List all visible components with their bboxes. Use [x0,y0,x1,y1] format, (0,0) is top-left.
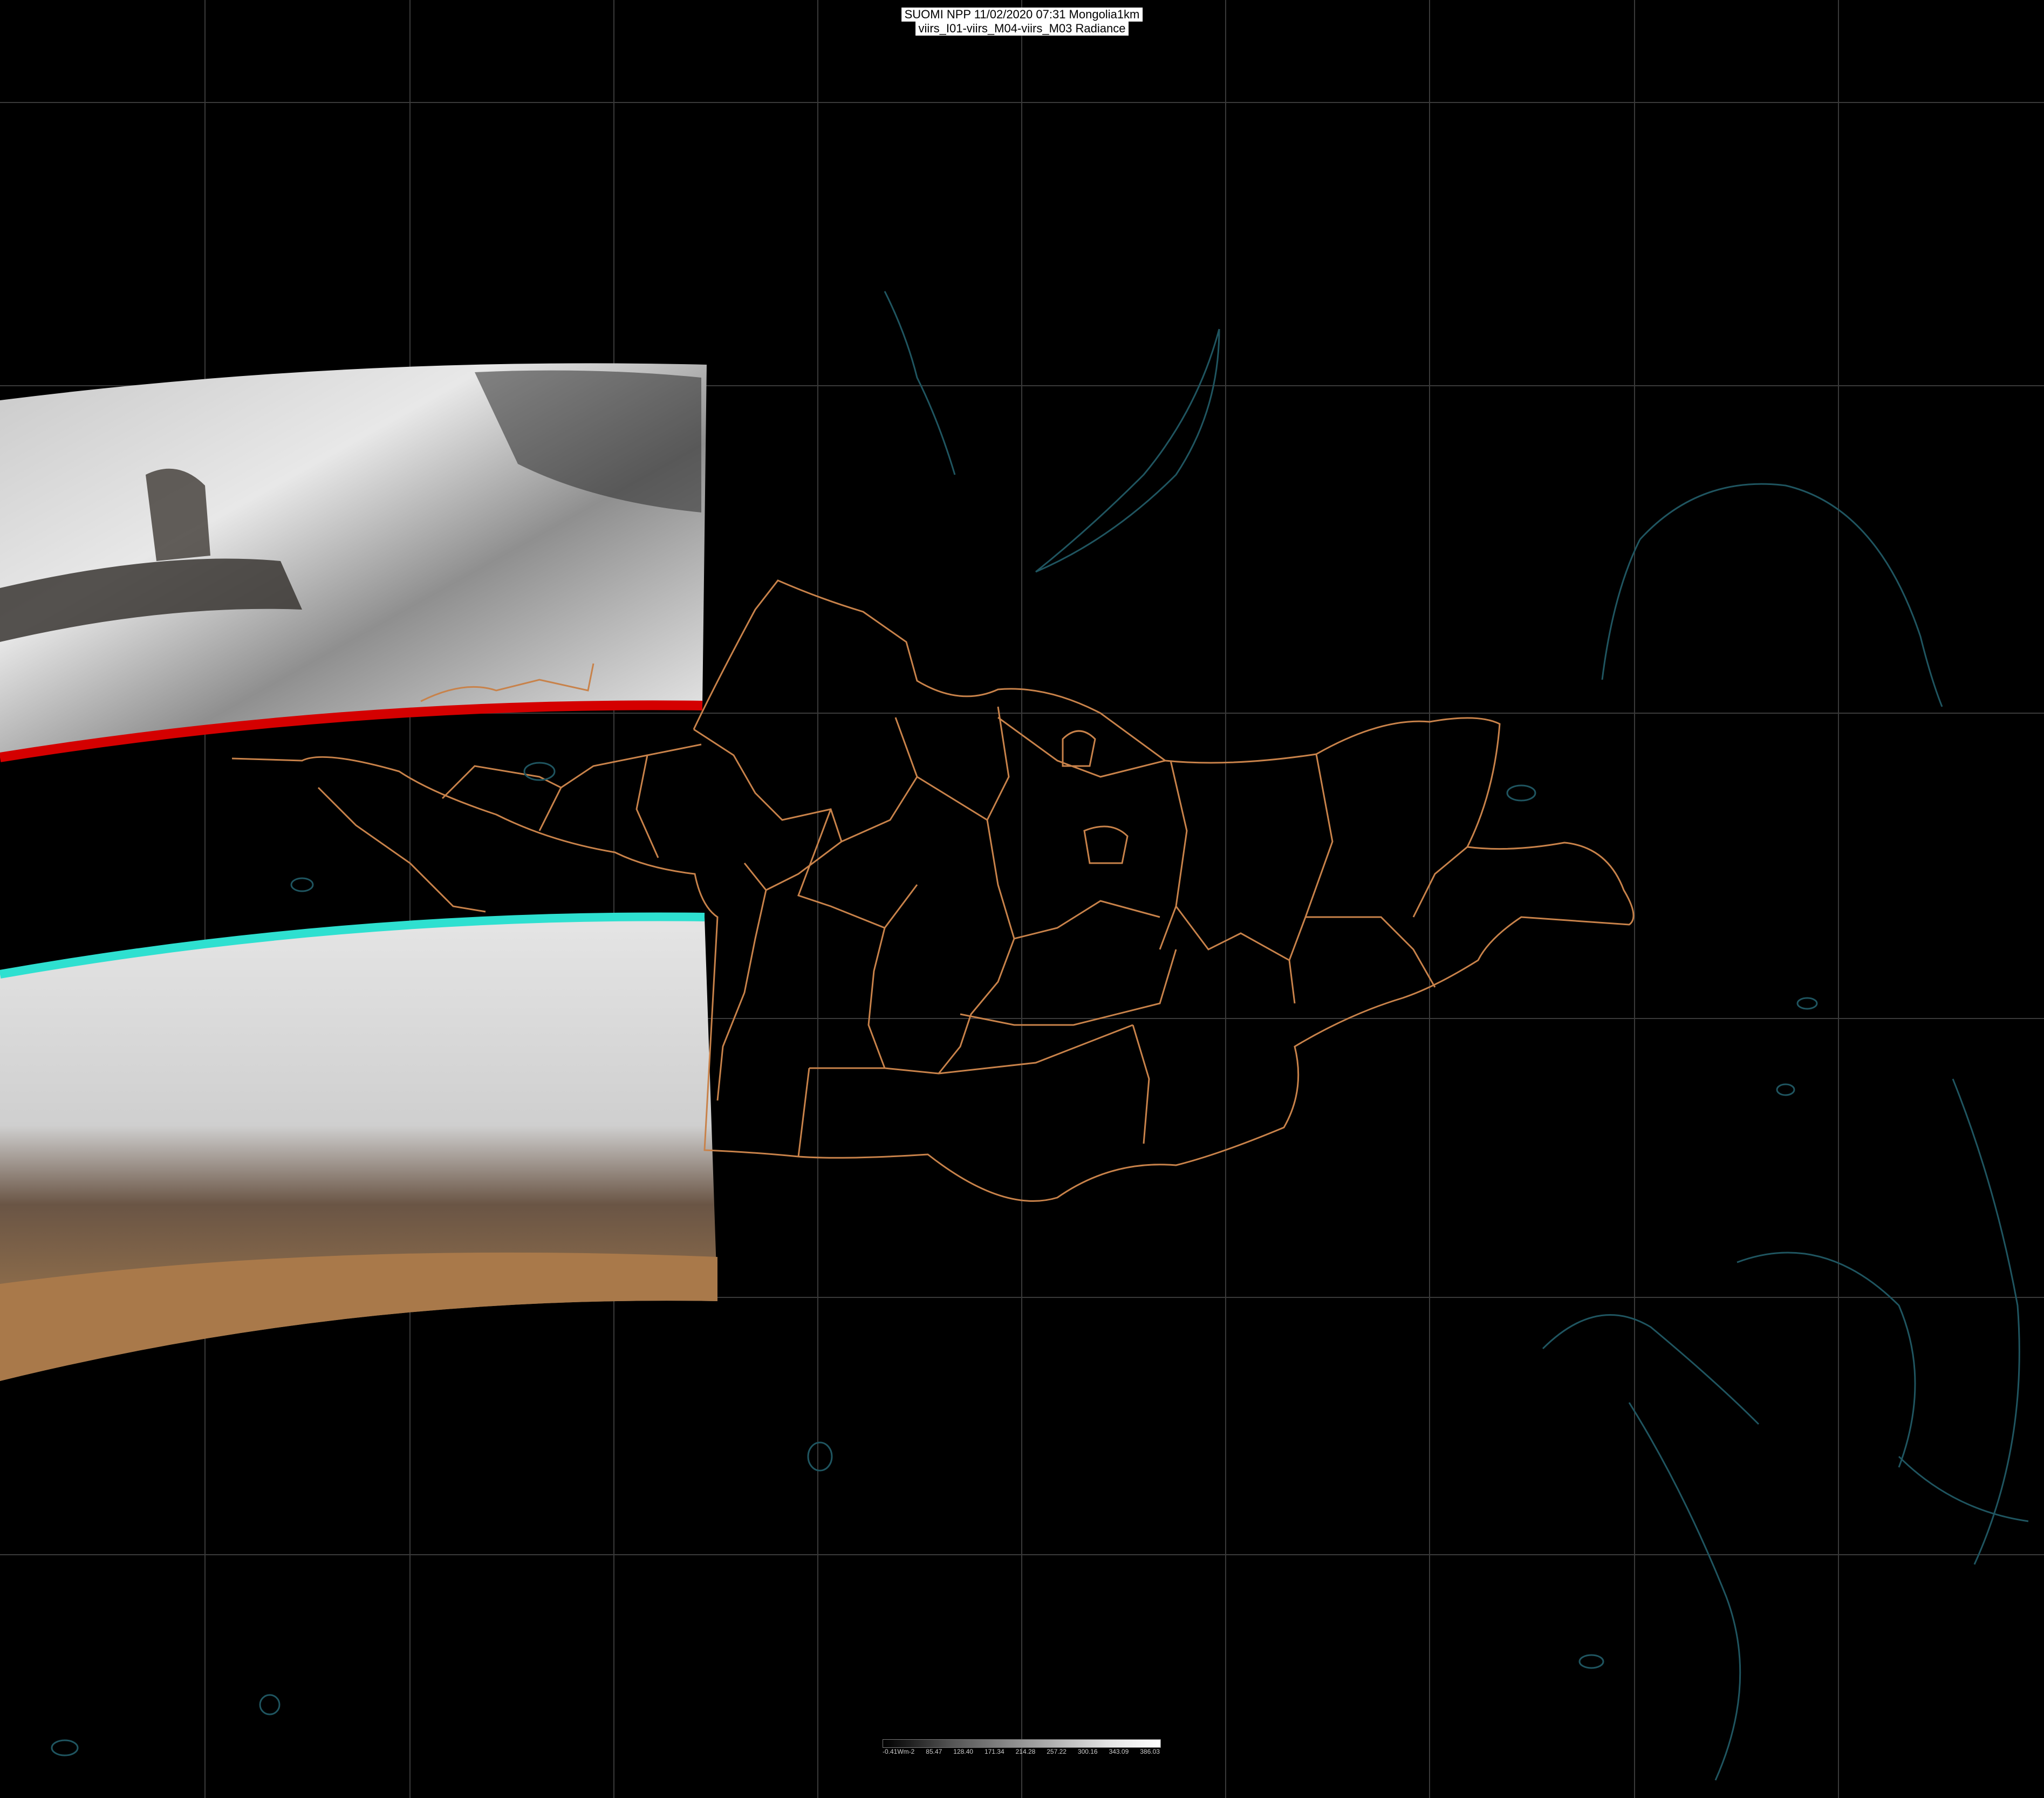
colorbar-label: 300.16 [1077,1748,1098,1755]
colorbar-label: 85.47 [926,1748,942,1755]
coastlines [884,291,2029,1781]
colorbar-label: 386.03 [1140,1748,1160,1755]
colorbar-label: 343.09 [1109,1748,1129,1755]
colorbar-label: 171.34 [984,1748,1004,1755]
colorbar-label: 257.22 [1047,1748,1067,1755]
colorbar-label: 128.40 [953,1748,973,1755]
map-canvas [0,0,2044,1798]
map-title-line2: viirs_I01-viirs_M04-viirs_M03 Radiance [915,22,1129,36]
graticule-grid [0,0,2044,1798]
radiance-colorbar [883,1739,1161,1748]
colorbar-labels: -0.41Wm-2 85.47 128.40 171.34 214.28 257… [883,1748,1160,1755]
satellite-swath-lower [0,912,717,1381]
map-title-line1: SUOMI NPP 11/02/2020 07:31 Mongolia1km [901,8,1143,22]
colorbar-label: -0.41Wm-2 [883,1748,915,1755]
satellite-swath-upper [0,363,707,762]
colorbar-label: 214.28 [1015,1748,1036,1755]
